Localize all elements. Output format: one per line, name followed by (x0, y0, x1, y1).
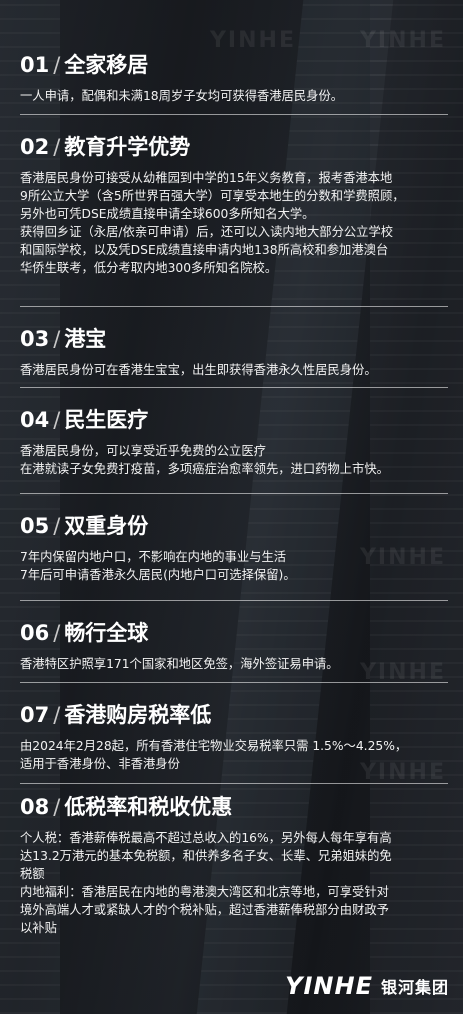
section-body: 个人税：香港薪俸税最高不超过总收入的16%，另外每人每年享有高 达13.2万港元… (20, 829, 448, 937)
section-heading: 06/畅行全球 (20, 621, 149, 645)
body-line: 香港居民身份可在香港生宝宝，出生即获得香港永久性居民身份。 (20, 363, 377, 377)
section-01: 01/全家移居 一人申请，配偶和未满18周岁子女均可获得香港居民身份。 (20, 52, 448, 105)
section-body: 香港特区护照享171个国家和地区免签，海外签证易申请。 (20, 655, 448, 673)
body-line: 达13.2万港元的基本免税额，和供养多名子女、长辈、兄弟姐妹的免 (20, 849, 392, 863)
section-02: 02/教育升学优势 香港居民身份可接受从幼稚园到中学的15年义务教育，报考香港本… (20, 134, 448, 277)
section-05: 05/双重身份 7年内保留内地户口，不影响在内地的事业与生活 7年后可申请香港永… (20, 513, 448, 584)
divider (20, 387, 448, 388)
section-number: 04 (20, 408, 50, 432)
body-line: 另外也可凭DSE成绩直接申请全球600多所知名大学。 (20, 207, 315, 221)
body-line: 香港特区护照享171个国家和地区免签，海外签证易申请。 (20, 657, 339, 671)
body-line: 香港居民身份可接受从幼稚园到中学的15年义务教育，报考香港本地 (20, 171, 393, 185)
section-heading: 05/双重身份 (20, 514, 149, 538)
section-title: 畅行全球 (64, 621, 149, 645)
section-number: 05 (20, 514, 50, 538)
section-title: 港宝 (64, 327, 107, 351)
section-number: 01 (20, 53, 50, 77)
section-number: 08 (20, 795, 50, 819)
section-body: 香港居民身份可在香港生宝宝，出生即获得香港永久性居民身份。 (20, 361, 448, 379)
brand-logo: YINHE 银河集团 (285, 972, 449, 1000)
divider (20, 600, 448, 601)
body-line: 在港就读子女免费打疫苗，多项癌症治愈率领先，进口药物上市快。 (20, 462, 389, 476)
section-title: 低税率和税收优惠 (64, 795, 233, 819)
section-title: 教育升学优势 (64, 135, 191, 159)
body-line: 适用于香港身份、非香港身份 (20, 757, 180, 771)
section-heading: 04/民生医疗 (20, 408, 149, 432)
section-heading: 08/低税率和税收优惠 (20, 795, 233, 819)
body-line: 香港居民身份，可以享受近乎免费的公立医疗 (20, 444, 266, 458)
logo-mark: YINHE (285, 972, 373, 1000)
body-line: 华侨生联考，低分考取内地300多所知名院校。 (20, 261, 278, 275)
divider (20, 306, 448, 307)
section-number: 03 (20, 327, 50, 351)
divider (20, 783, 448, 784)
section-heading: 07/香港购房税率低 (20, 703, 212, 727)
section-08: 08/低税率和税收优惠 个人税：香港薪俸税最高不超过总收入的16%，另外每人每年… (20, 794, 448, 937)
body-line: 由2024年2月28起，所有香港住宅物业交易税率只需 1.5%～4.25%， (20, 739, 408, 753)
watermark: YINHE (360, 28, 446, 53)
section-title: 双重身份 (64, 514, 149, 538)
section-number: 02 (20, 135, 50, 159)
divider (20, 493, 448, 494)
body-line: 内地福利：香港居民在内地的粤港澳大湾区和北京等地，可享受针对 (20, 885, 389, 899)
body-line: 7年后可申请香港永久居民(内地户口可选择保留)。 (20, 568, 296, 582)
body-line: 9所公立大学（含5所世界百强大学）可享受本地生的分数和学费照顾， (20, 189, 405, 203)
section-body: 由2024年2月28起，所有香港住宅物业交易税率只需 1.5%～4.25%， 适… (20, 737, 448, 773)
section-04: 04/民生医疗 香港居民身份，可以享受近乎免费的公立医疗 在港就读子女免费打疫苗… (20, 407, 448, 478)
body-line: 境外高端人才或紧缺人才的个税补贴，超过香港薪俸税部分由财政予 (20, 903, 389, 917)
section-number: 07 (20, 703, 50, 727)
body-line: 和国际学校，以及凭DSE成绩直接申请内地138所高校和参加港澳台 (20, 243, 389, 257)
body-line: 以补贴 (20, 921, 57, 935)
logo-name: 银河集团 (380, 978, 449, 997)
section-heading: 01/全家移居 (20, 53, 149, 77)
divider (20, 114, 448, 115)
section-03: 03/港宝 香港居民身份可在香港生宝宝，出生即获得香港永久性居民身份。 (20, 326, 448, 379)
section-06: 06/畅行全球 香港特区护照享171个国家和地区免签，海外签证易申请。 (20, 620, 448, 673)
section-body: 一人申请，配偶和未满18周岁子女均可获得香港居民身份。 (20, 87, 448, 105)
watermark: YINHE (210, 28, 296, 53)
body-line: 7年内保留内地户口，不影响在内地的事业与生活 (20, 550, 287, 564)
body-line: 个人税：香港薪俸税最高不超过总收入的16%，另外每人每年享有高 (20, 831, 392, 845)
section-title: 全家移居 (64, 53, 149, 77)
section-07: 07/香港购房税率低 由2024年2月28起，所有香港住宅物业交易税率只需 1.… (20, 702, 448, 773)
section-number: 06 (20, 621, 50, 645)
page: YINHE YINHE YINHE YINHE YINHE 01/全家移居 一人… (0, 0, 463, 1014)
section-heading: 03/港宝 (20, 327, 107, 351)
section-title: 民生医疗 (64, 408, 149, 432)
section-body: 香港居民身份，可以享受近乎免费的公立医疗 在港就读子女免费打疫苗，多项癌症治愈率… (20, 442, 448, 478)
divider (20, 682, 448, 683)
section-body: 香港居民身份可接受从幼稚园到中学的15年义务教育，报考香港本地 9所公立大学（含… (20, 169, 448, 277)
section-heading: 02/教育升学优势 (20, 135, 191, 159)
body-line: 一人申请，配偶和未满18周岁子女均可获得香港居民身份。 (20, 89, 344, 103)
body-line: 获得回乡证（永居/依亲可申请）后，还可以入读内地大部分公立学校 (20, 225, 394, 239)
section-title: 香港购房税率低 (64, 703, 212, 727)
section-body: 7年内保留内地户口，不影响在内地的事业与生活 7年后可申请香港永久居民(内地户口… (20, 548, 448, 584)
body-line: 税额 (20, 867, 45, 881)
